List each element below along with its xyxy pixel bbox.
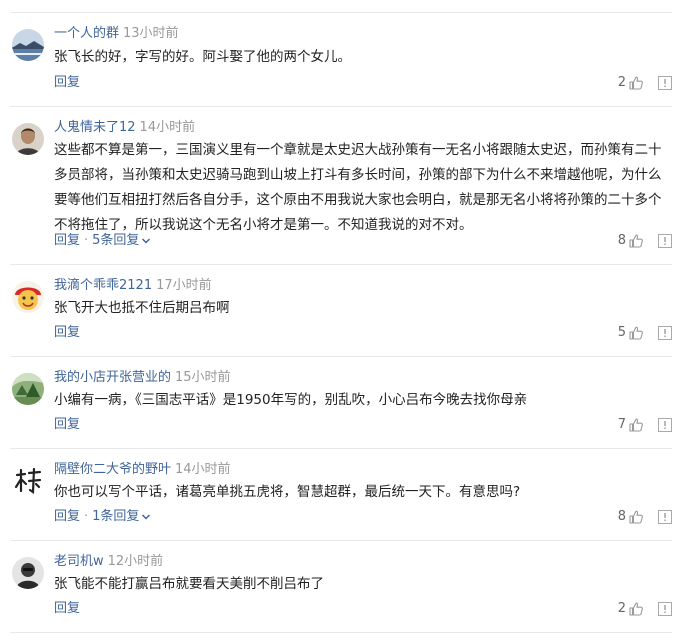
thumbs-up-icon[interactable] [628, 601, 644, 617]
report-flag-icon[interactable] [658, 234, 672, 248]
thumbs-up-icon[interactable] [628, 75, 644, 91]
like-count: 8 [617, 233, 626, 248]
replies-count: 1条回复 [92, 509, 140, 524]
comment-item: 我的小店开张营业的 15小时前 小编有一病，《三国志平话》是1950年写的，别乱吹… [10, 356, 672, 449]
calligraphy-avatar-image [12, 465, 44, 497]
user-avatar[interactable] [12, 373, 44, 405]
user-avatar[interactable] [12, 123, 44, 155]
comment-meta: 7 [618, 416, 672, 435]
comment-header: 一个人的群 13小时前 [54, 25, 179, 43]
comment-list: 一个人的群 13小时前 张飞长的好，字写的好。阿斗娶了他的两个女儿。 回复 2 人… [0, 0, 694, 641]
comment-meta: 8 [618, 508, 672, 527]
username-link[interactable]: 一个人的群 [54, 26, 119, 41]
like-count: 7 [617, 417, 626, 432]
comment-actions: 回复 · 5条回复 [54, 232, 151, 250]
comment-header: 我滴个乖乖2121 17小时前 [54, 277, 212, 295]
like-count: 2 [617, 601, 626, 616]
report-flag-icon[interactable] [658, 326, 672, 340]
report-flag-icon[interactable] [658, 76, 672, 90]
cartoon-avatar-image [12, 281, 44, 313]
comment-meta: 8 [618, 232, 672, 251]
comment-item: 我滴个乖乖2121 17小时前 张飞开大也抵不住后期吕布啊 回复 5 [10, 264, 672, 357]
comment-text: 张飞能不能打赢吕布就要看天美削不削吕布了 [54, 576, 324, 592]
landscape-avatar-image [12, 29, 44, 61]
like-count: 8 [617, 509, 626, 524]
dark-avatar-image [12, 557, 44, 589]
reply-button[interactable]: 回复 [54, 325, 80, 340]
reply-button[interactable]: 回复 [54, 75, 80, 90]
separator-dot: · [84, 233, 89, 248]
username-link[interactable]: 人鬼情未了12 [54, 120, 136, 135]
username-link[interactable]: 老司机w [54, 554, 104, 569]
view-replies-button[interactable]: 5条回复 [92, 233, 151, 248]
report-flag-icon[interactable] [658, 602, 672, 616]
comment-header: 老司机w 12小时前 [54, 553, 163, 571]
report-flag-icon[interactable] [658, 418, 672, 432]
comment-text: 你也可以写个平话，诸葛亮单挑五虎将，智慧超群，最后统一天下。有意思吗? [54, 484, 521, 500]
comment-header: 隔壁你二大爷的野叶 14小时前 [54, 461, 231, 479]
comment-actions: 回复 · 1条回复 [54, 508, 151, 526]
comment-actions: 回复 [54, 74, 80, 92]
comment-header: 人鬼情未了12 14小时前 [54, 119, 195, 137]
reply-button[interactable]: 回复 [54, 601, 80, 616]
reply-button[interactable]: 回复 [54, 417, 80, 432]
nature-avatar-image [12, 373, 44, 405]
comment-time: 12小时前 [107, 554, 164, 569]
comment-text: 这些都不算是第一，三国演义里有一个章就是太史迟大战孙策有一无名小将跟随太史迟，而… [54, 142, 662, 233]
thumbs-up-icon[interactable] [628, 417, 644, 433]
username-link[interactable]: 隔壁你二大爷的野叶 [54, 462, 171, 477]
user-avatar[interactable] [12, 29, 44, 61]
comment-time: 17小时前 [156, 278, 212, 293]
comment-time: 15小时前 [175, 370, 231, 385]
username-link[interactable]: 我滴个乖乖2121 [54, 278, 152, 293]
like-count: 5 [617, 325, 626, 340]
user-avatar[interactable] [12, 557, 44, 589]
comment-item: 一个人的群 13小时前 张飞长的好，字写的好。阿斗娶了他的两个女儿。 回复 2 [10, 12, 672, 107]
replies-count: 5条回复 [92, 233, 140, 248]
comment-header: 我的小店开张营业的 15小时前 [54, 369, 231, 387]
comment-actions: 回复 [54, 324, 80, 342]
comment-meta: 5 [618, 324, 672, 343]
like-count: 2 [617, 75, 626, 90]
comment-text: 张飞长的好，字写的好。阿斗娶了他的两个女儿。 [54, 49, 351, 65]
chevron-down-icon [142, 237, 151, 244]
comment-time: 13小时前 [123, 26, 179, 41]
view-replies-button[interactable]: 1条回复 [92, 509, 151, 524]
username-link[interactable]: 我的小店开张营业的 [54, 370, 171, 385]
comment-actions: 回复 [54, 416, 80, 434]
comment-meta: 2 [618, 600, 672, 619]
comment-item: 隔壁你二大爷的野叶 14小时前 你也可以写个平话，诸葛亮单挑五虎将，智慧超群，最后… [10, 448, 672, 541]
comment-text: 小编有一病，《三国志平话》是1950年写的，别乱吹，小心吕布今晚去找你母亲 [54, 392, 528, 408]
thumbs-up-icon[interactable] [628, 325, 644, 341]
reply-button[interactable]: 回复 [54, 233, 80, 248]
user-avatar[interactable] [12, 281, 44, 313]
separator-dot: · [84, 509, 89, 524]
comment-actions: 回复 [54, 600, 80, 618]
report-flag-icon[interactable] [658, 510, 672, 524]
thumbs-up-icon[interactable] [628, 509, 644, 525]
user-avatar[interactable] [12, 465, 44, 497]
comment-text: 张飞开大也抵不住后期吕布啊 [54, 300, 230, 316]
reply-button[interactable]: 回复 [54, 509, 80, 524]
person-avatar-image [12, 123, 44, 155]
comment-meta: 2 [618, 74, 672, 93]
thumbs-up-icon[interactable] [628, 233, 644, 249]
comment-item: 人鬼情未了12 14小时前 这些都不算是第一，三国演义里有一个章就是太史迟大战孙策… [10, 106, 672, 265]
comment-item: 老司机w 12小时前 张飞能不能打赢吕布就要看天美削不削吕布了 回复 2 [10, 540, 672, 633]
chevron-down-icon [142, 513, 151, 520]
comment-time: 14小时前 [175, 462, 231, 477]
comment-time: 14小时前 [139, 120, 196, 135]
